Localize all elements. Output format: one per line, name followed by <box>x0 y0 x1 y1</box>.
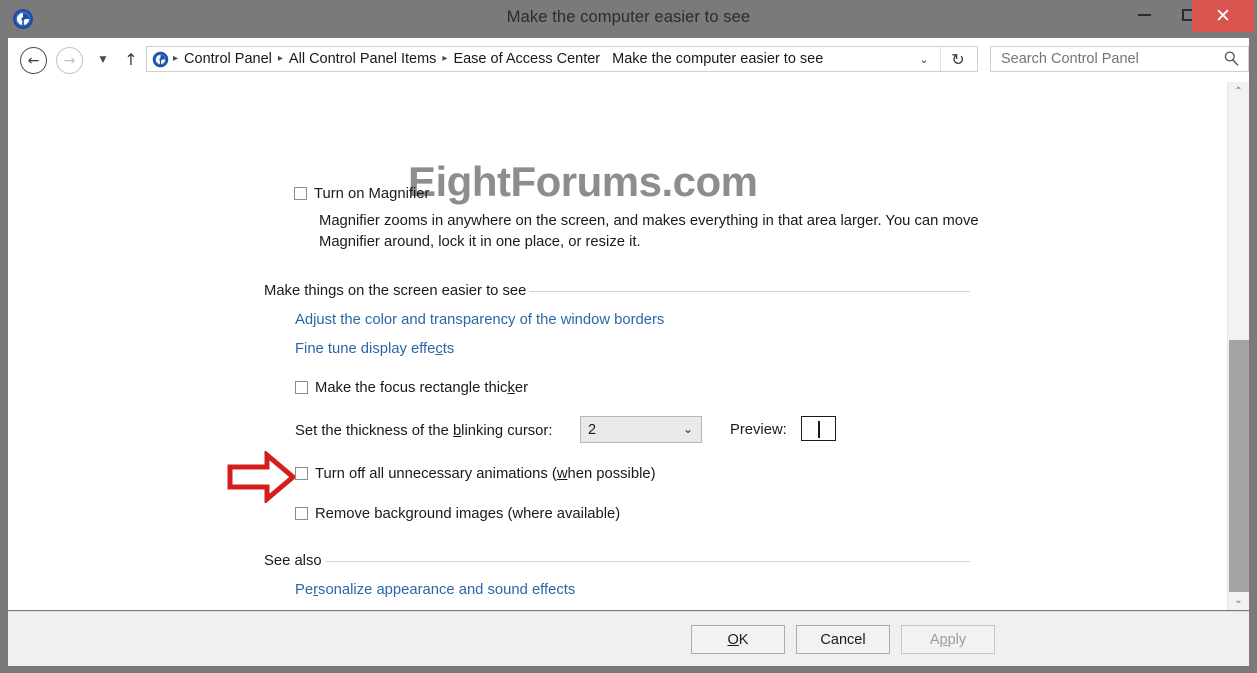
cursor-caret <box>818 421 820 438</box>
checkbox-turn-off-animations[interactable]: Turn off all unnecessary animations (whe… <box>295 465 656 483</box>
chevron-up-icon: ⌃ <box>1234 86 1243 97</box>
label-blinking-cursor-thickness: Set the thickness of the blinking cursor… <box>295 423 553 439</box>
scrollbar-thumb[interactable] <box>1229 340 1249 592</box>
select-cursor-thickness[interactable]: 2 ⌄ <box>580 416 702 443</box>
cancel-button[interactable]: Cancel <box>796 625 890 654</box>
checkbox-label: Turn on Magnifier <box>314 186 430 202</box>
chevron-down-icon: ⌄ <box>1234 595 1243 606</box>
up-arrow-icon: ↑ <box>124 50 138 69</box>
dialog-button-bar: OK Cancel Ap ply <box>8 611 1249 666</box>
up-button[interactable]: ↑ <box>120 47 142 72</box>
breadcrumb-current-page: Make the computer easier to see <box>612 51 824 67</box>
link-fine-tune-display-effects[interactable]: Fine tune display effects <box>295 341 454 357</box>
scroll-up-button[interactable]: ⌃ <box>1228 82 1249 101</box>
control-panel-window: Make the computer easier to see ✕ ← → ▼ … <box>0 0 1257 673</box>
link-adjust-window-border-color[interactable]: Adjust the color and transparency of the… <box>295 312 664 328</box>
chevron-down-icon: ⌄ <box>682 422 693 436</box>
settings-content-pane: EightForums.com Turn on Magnifier Magnif… <box>8 82 1249 610</box>
recent-locations-button[interactable]: ▼ <box>92 47 114 72</box>
checkbox-box[interactable] <box>295 507 308 520</box>
navigation-bar: ← → ▼ ↑ ▸ Control Panel ▸ All Control Pa… <box>8 38 1249 82</box>
site-watermark: EightForums.com <box>408 158 758 205</box>
refresh-button[interactable]: ↻ <box>940 47 975 71</box>
checkbox-box[interactable] <box>295 381 308 394</box>
breadcrumb-separator[interactable]: ▸ <box>276 54 285 64</box>
checkbox-label: Make the focus rectangle thicker <box>315 380 529 396</box>
close-icon: ✕ <box>1215 4 1231 27</box>
back-arrow-icon: ← <box>27 52 40 69</box>
breadcrumb-all-control-panel-items[interactable]: All Control Panel Items <box>285 51 440 67</box>
checkbox-label: Remove background images (where availabl… <box>315 506 621 522</box>
cursor-preview-box <box>801 416 836 441</box>
refresh-icon: ↻ <box>951 49 965 69</box>
select-value: 2 <box>588 421 597 438</box>
address-bar[interactable]: ▸ Control Panel ▸ All Control Panel Item… <box>146 46 978 72</box>
chevron-down-icon: ⌄ <box>919 52 929 66</box>
section-divider <box>529 291 970 292</box>
checkbox-turn-on-magnifier[interactable]: Turn on Magnifier <box>294 185 429 203</box>
apply-button[interactable]: Ap ply <box>901 625 995 654</box>
scroll-down-button[interactable]: ⌄ <box>1228 591 1249 610</box>
window-title: Make the computer easier to see <box>506 8 751 26</box>
close-button[interactable]: ✕ <box>1192 0 1254 32</box>
breadcrumb-separator[interactable]: ▸ <box>440 54 449 64</box>
label-preview: Preview: <box>730 422 787 438</box>
link-personalize-appearance-and-sound-effects[interactable]: Personalize appearance and sound effects <box>295 582 575 598</box>
checkbox-box[interactable] <box>294 187 307 200</box>
search-input[interactable] <box>999 50 1213 68</box>
section-heading-see-also: See also <box>264 553 322 569</box>
section-heading-screen: Make things on the screen easier to see <box>264 283 527 299</box>
vertical-scrollbar[interactable]: ⌃ ⌄ <box>1227 82 1249 610</box>
forward-button[interactable]: → <box>56 47 83 74</box>
checkbox-label: Turn off all unnecessary animations (whe… <box>315 466 656 482</box>
title-bar: Make the computer easier to see ✕ <box>0 0 1257 38</box>
search-box[interactable] <box>990 46 1249 72</box>
magnifier-description: Magnifier zooms in anywhere on the scree… <box>319 213 979 250</box>
forward-arrow-icon: → <box>63 52 76 69</box>
minimize-icon <box>1138 14 1151 16</box>
breadcrumb-separator: ▸ <box>173 53 179 64</box>
checkbox-box[interactable] <box>295 467 308 480</box>
red-arrow-annotation-icon <box>227 451 297 503</box>
section-divider <box>326 561 970 562</box>
back-button[interactable]: ← <box>20 47 47 74</box>
ok-button[interactable]: OK <box>691 625 785 654</box>
search-icon[interactable] <box>1223 50 1240 67</box>
chevron-down-icon: ▼ <box>99 54 107 65</box>
breadcrumb-control-panel[interactable]: Control Panel <box>180 51 276 67</box>
breadcrumb-ease-of-access-center[interactable]: Ease of Access Center <box>449 51 604 67</box>
checkbox-remove-background-images[interactable]: Remove background images (where availabl… <box>295 505 620 523</box>
checkbox-make-focus-rectangle-thicker[interactable]: Make the focus rectangle thicker <box>295 379 528 397</box>
minimize-button[interactable] <box>1122 0 1167 30</box>
ease-of-access-icon <box>152 51 169 67</box>
address-dropdown-button[interactable]: ⌄ <box>913 47 935 71</box>
